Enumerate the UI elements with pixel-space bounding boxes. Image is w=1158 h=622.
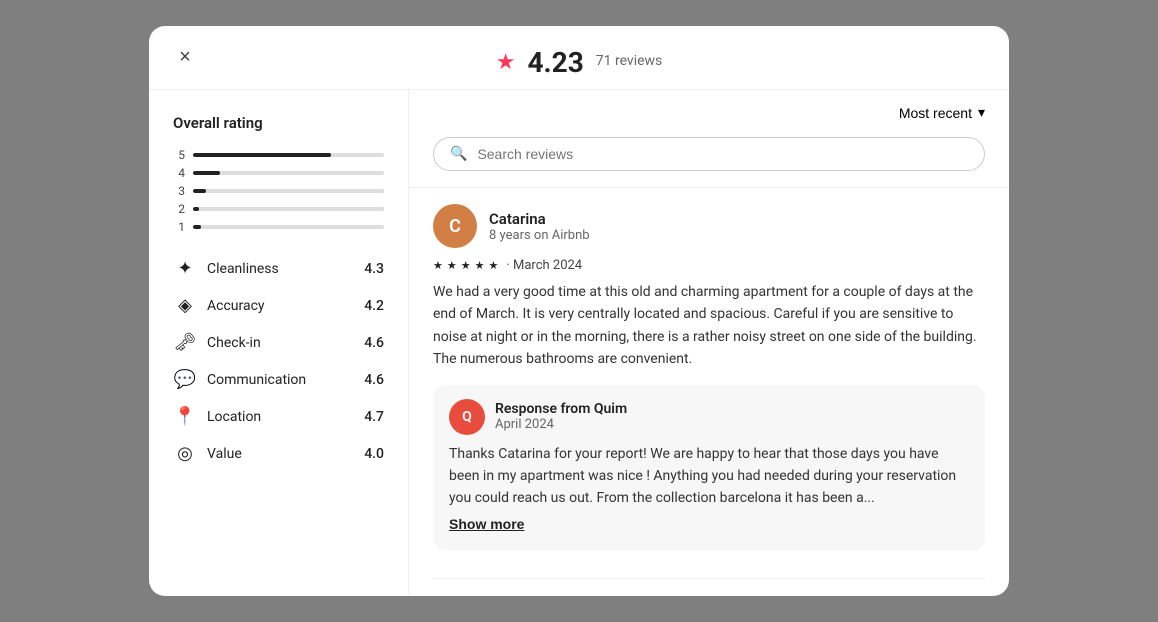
- communication-score: 4.6: [364, 372, 384, 388]
- sort-button[interactable]: Most recent ▾: [899, 104, 985, 121]
- check-in-icon: 🗝: [173, 332, 197, 353]
- cleanliness-name: Cleanliness: [207, 261, 279, 277]
- cleanliness-score: 4.3: [364, 261, 384, 277]
- rating-bar-row: 2: [173, 202, 384, 216]
- left-panel: Overall rating 5 4 3 2 1 ✦: [149, 90, 409, 596]
- reviews-count: 71 reviews: [596, 53, 663, 69]
- overall-rating-label: Overall rating: [173, 114, 384, 132]
- rating-bar-row: 3: [173, 184, 384, 198]
- category-item-cleanliness: ✦ Cleanliness 4.3: [173, 258, 384, 279]
- reviewer-info: Catarina 8 years on Airbnb: [489, 210, 590, 243]
- search-icon: 🔍: [450, 146, 467, 162]
- location-name: Location: [207, 409, 261, 425]
- reviews-modal: × ★ 4.23 71 reviews Overall rating 5 4 3: [149, 26, 1009, 596]
- search-bar-container: 🔍: [409, 121, 1009, 188]
- accuracy-score: 4.2: [364, 298, 384, 314]
- category-left: 📍 Location: [173, 406, 261, 427]
- sort-chevron-icon: ▾: [978, 104, 985, 121]
- bar-label: 3: [173, 184, 185, 198]
- bar-track: [193, 153, 384, 157]
- modal-header: × ★ 4.23 71 reviews: [149, 26, 1009, 90]
- category-left: 🗝 Check-in: [173, 332, 261, 353]
- reviewer-meta: 8 years on Airbnb: [489, 228, 590, 243]
- reviewer-name: Catarina: [489, 210, 590, 228]
- check-in-name: Check-in: [207, 335, 261, 351]
- communication-icon: 💬: [173, 369, 197, 390]
- review-stars-row: ★ ★ ★ ★ ★ · March 2024: [433, 258, 985, 273]
- bar-fill: [193, 153, 331, 157]
- review-text: We had a very good time at this old and …: [433, 281, 985, 371]
- review-star: ★: [433, 259, 443, 272]
- review-star: ★: [461, 259, 471, 272]
- response-block-catarina: Q Response from Quim April 2024 Thanks C…: [433, 385, 985, 551]
- review-star: ★: [447, 259, 457, 272]
- bar-label: 1: [173, 220, 185, 234]
- rating-bar-row: 1: [173, 220, 384, 234]
- search-input[interactable]: [477, 146, 968, 162]
- cleanliness-icon: ✦: [173, 258, 197, 279]
- review-star: ★: [475, 259, 485, 272]
- overall-rating-number: 4.23: [527, 46, 583, 79]
- review-star: ★: [489, 259, 499, 272]
- value-name: Value: [207, 446, 242, 462]
- review-item-catarina: C Catarina 8 years on Airbnb ★ ★ ★ ★ ★ · Mar…: [433, 204, 985, 579]
- review-date: · March 2024: [506, 258, 582, 273]
- location-icon: 📍: [173, 406, 197, 427]
- value-icon: ◎: [173, 443, 197, 464]
- check-in-score: 4.6: [364, 335, 384, 351]
- star-icon: ★: [496, 50, 516, 75]
- bar-label: 2: [173, 202, 185, 216]
- category-item-value: ◎ Value 4.0: [173, 443, 384, 464]
- bar-track: [193, 225, 384, 229]
- accuracy-icon: ◈: [173, 295, 197, 316]
- category-list: ✦ Cleanliness 4.3 ◈ Accuracy 4.2 🗝 Check…: [173, 258, 384, 464]
- response-info: Response from Quim April 2024: [495, 401, 627, 432]
- bar-fill: [193, 207, 199, 211]
- search-bar: 🔍: [433, 137, 985, 171]
- category-left: ✦ Cleanliness: [173, 258, 279, 279]
- bar-fill: [193, 171, 220, 175]
- category-item-communication: 💬 Communication 4.6: [173, 369, 384, 390]
- response-date: April 2024: [495, 417, 627, 432]
- show-more-button[interactable]: Show more: [449, 516, 524, 532]
- close-button[interactable]: ×: [169, 42, 201, 74]
- communication-name: Communication: [207, 372, 306, 388]
- category-left: ◎ Value: [173, 443, 242, 464]
- rating-bar-row: 4: [173, 166, 384, 180]
- category-left: 💬 Communication: [173, 369, 306, 390]
- category-item-location: 📍 Location 4.7: [173, 406, 384, 427]
- rating-bar-row: 5: [173, 148, 384, 162]
- bar-fill: [193, 225, 201, 229]
- response-name: Response from Quim: [495, 401, 627, 417]
- reviews-list: C Catarina 8 years on Airbnb ★ ★ ★ ★ ★ · Mar…: [409, 188, 1009, 596]
- sort-label: Most recent: [899, 105, 972, 121]
- bar-label: 4: [173, 166, 185, 180]
- bar-track: [193, 207, 384, 211]
- category-item-accuracy: ◈ Accuracy 4.2: [173, 295, 384, 316]
- value-score: 4.0: [364, 446, 384, 462]
- bar-track: [193, 171, 384, 175]
- response-header: Q Response from Quim April 2024: [449, 399, 969, 435]
- bar-label: 5: [173, 148, 185, 162]
- close-icon: ×: [179, 46, 191, 69]
- bar-fill: [193, 189, 206, 193]
- rating-bars: 5 4 3 2 1: [173, 148, 384, 234]
- accuracy-name: Accuracy: [207, 298, 265, 314]
- response-text: Thanks Catarina for your report! We are …: [449, 443, 969, 537]
- response-avatar: Q: [449, 399, 485, 435]
- location-score: 4.7: [364, 409, 384, 425]
- reviewer-avatar: C: [433, 204, 477, 248]
- right-panel: Most recent ▾ 🔍 C Catarina 8 years on Ai…: [409, 90, 1009, 596]
- category-item-check-in: 🗝 Check-in 4.6: [173, 332, 384, 353]
- bar-track: [193, 189, 384, 193]
- reviewer-header: C Catarina 8 years on Airbnb: [433, 204, 985, 248]
- modal-backdrop: × ★ 4.23 71 reviews Overall rating 5 4 3: [0, 0, 1158, 622]
- modal-title: ★ 4.23 71 reviews: [496, 46, 663, 79]
- modal-body: Overall rating 5 4 3 2 1 ✦: [149, 90, 1009, 596]
- category-left: ◈ Accuracy: [173, 295, 265, 316]
